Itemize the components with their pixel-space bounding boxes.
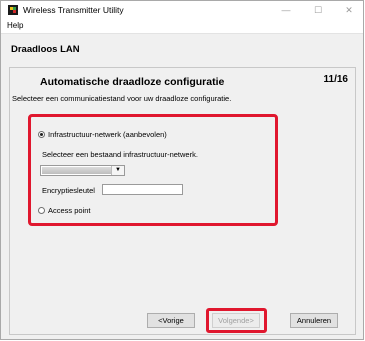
network-select-value <box>42 167 111 174</box>
wizard-panel: Automatische draadloze configuratie 11/1… <box>9 67 356 335</box>
step-title: Automatische draadloze configuratie <box>40 76 225 88</box>
page-title: Draadloos LAN <box>11 44 80 55</box>
encryption-key-input[interactable] <box>102 184 183 195</box>
menu-bar: Help <box>1 19 363 34</box>
chevron-down-icon[interactable]: ▼ <box>111 166 124 175</box>
access-point-label[interactable]: Access point <box>48 206 91 215</box>
step-counter: 11/16 <box>323 74 348 85</box>
minimize-icon[interactable]: — <box>271 2 301 18</box>
next-button[interactable]: Volgende> <box>212 313 260 328</box>
access-point-radio[interactable] <box>38 207 45 214</box>
network-select[interactable]: ▼ <box>40 165 125 176</box>
infrastructure-radio[interactable] <box>38 131 45 138</box>
page-header: Draadloos LAN <box>1 34 363 58</box>
title-bar: Wireless Transmitter Utility — ☐ ✕ <box>1 1 363 19</box>
step-subtitle: Selecteer een communicatiestand voor uw … <box>12 94 232 103</box>
maximize-icon[interactable]: ☐ <box>303 2 333 18</box>
infrastructure-label[interactable]: Infrastructuur-netwerk (aanbevolen) <box>48 130 167 139</box>
window-title: Wireless Transmitter Utility <box>23 5 124 15</box>
cancel-button[interactable]: Annuleren <box>290 313 338 328</box>
close-icon[interactable]: ✕ <box>334 2 363 18</box>
menu-help[interactable]: Help <box>7 21 23 30</box>
back-button[interactable]: <Vorige <box>147 313 195 328</box>
encryption-label: Encryptiesleutel <box>42 186 95 195</box>
application-window: Wireless Transmitter Utility — ☐ ✕ Help … <box>0 0 364 340</box>
select-network-label: Selecteer een bestaand infrastructuur-ne… <box>42 150 198 159</box>
app-icon <box>8 5 18 15</box>
